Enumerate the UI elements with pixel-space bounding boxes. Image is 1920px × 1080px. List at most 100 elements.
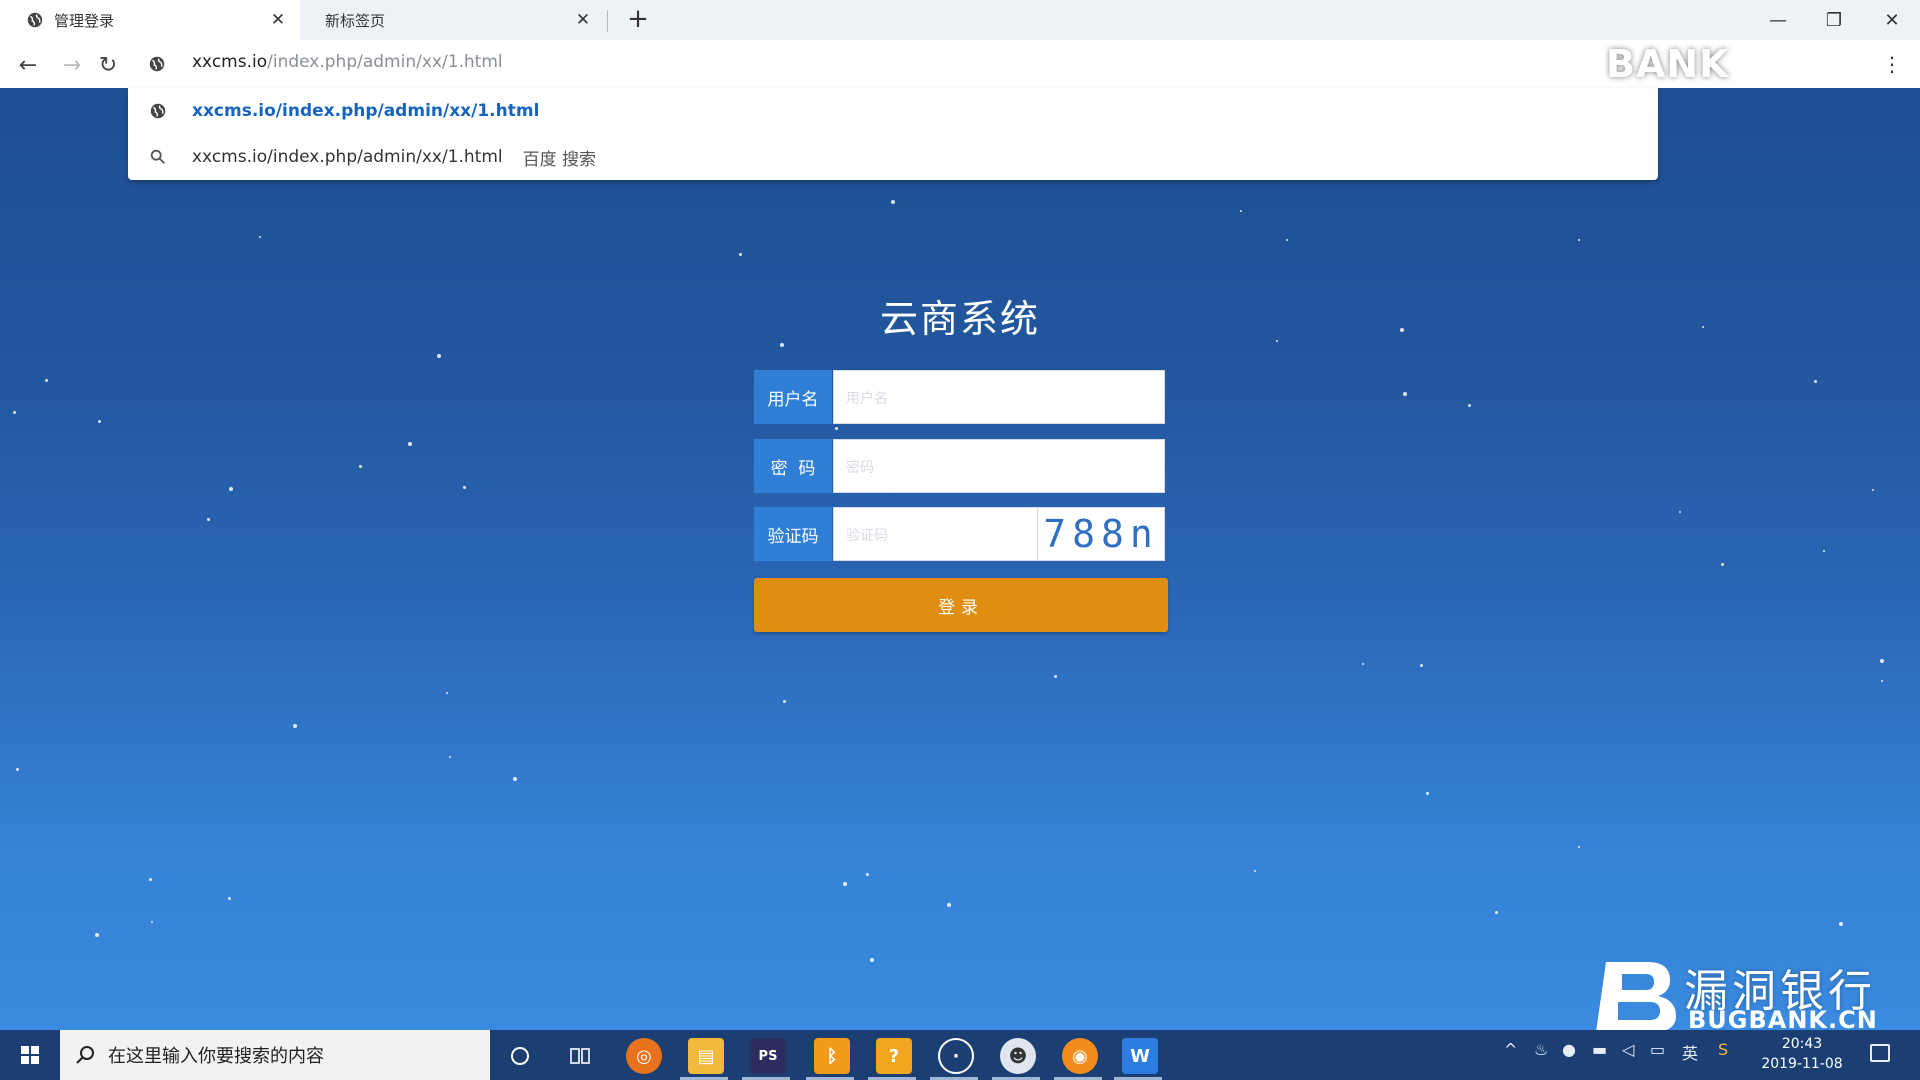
username-input[interactable]: 用户名 — [833, 370, 1165, 424]
star-decoration — [95, 933, 99, 937]
close-icon[interactable]: ✕ — [268, 10, 288, 30]
new-tab-button[interactable]: + — [624, 6, 652, 34]
address-bar[interactable]: xxcms.io/index.php/admin/xx/1.html — [192, 52, 503, 72]
tab-label: 新标签页 — [325, 11, 386, 30]
forward-arrow-icon[interactable]: → — [56, 50, 88, 80]
star-decoration — [835, 427, 838, 430]
star-decoration — [1054, 675, 1057, 678]
star-decoration — [229, 487, 233, 491]
star-decoration — [870, 958, 874, 962]
star-decoration — [449, 756, 451, 758]
site-info-icon[interactable] — [148, 55, 166, 73]
clock-app-icon[interactable]: · — [938, 1038, 974, 1074]
star-decoration — [1578, 239, 1580, 241]
wps-icon[interactable]: W — [1122, 1038, 1158, 1074]
phpstorm-icon[interactable]: PS — [750, 1038, 786, 1074]
clock-time: 20:43 — [1781, 1036, 1823, 1052]
address-suggestions-dropdown: xxcms.io/index.php/admin/xx/1.html xxcms… — [128, 88, 1658, 180]
captcha-image[interactable]: 788n — [1037, 507, 1165, 561]
star-decoration — [98, 420, 101, 423]
star-decoration — [446, 692, 448, 694]
captcha-input[interactable]: 验证码 — [833, 507, 1038, 561]
bandizip-icon[interactable]: ᛒ — [814, 1038, 850, 1074]
star-decoration — [1286, 239, 1288, 241]
star-decoration — [1362, 663, 1364, 665]
search-icon — [150, 149, 165, 164]
suggestion-engine: 百度 搜索 — [522, 149, 597, 170]
suggestion-item[interactable]: xxcms.io/index.php/admin/xx/1.html — [128, 88, 1658, 134]
captcha-label: 验证码 — [754, 507, 832, 561]
netease-music-icon[interactable]: ◎ — [626, 1038, 662, 1074]
file-explorer-icon[interactable]: ▤ — [688, 1038, 724, 1074]
suggestion-url: xxcms.io/index.php/admin/xx/1.html — [192, 101, 540, 121]
star-decoration — [1578, 846, 1580, 848]
page-title: 云商系统 — [879, 297, 1040, 341]
tab-new-tab[interactable]: 新标签页 ✕ — [305, 0, 605, 40]
star-decoration — [1881, 680, 1883, 682]
star-decoration — [149, 878, 152, 881]
browser-icon[interactable]: ◉ — [1062, 1038, 1098, 1074]
tray-device-icon[interactable]: ▬ — [1592, 1040, 1607, 1059]
tab-admin-login[interactable]: 管理登录 ✕ — [0, 0, 300, 40]
windows-logo-icon — [21, 1046, 39, 1064]
tray-overflow-icon[interactable]: ^ — [1504, 1040, 1517, 1059]
login-button[interactable]: 登录 — [754, 578, 1168, 632]
star-decoration — [293, 724, 297, 728]
cortana-icon[interactable] — [502, 1038, 538, 1074]
star-decoration — [151, 921, 153, 923]
star-decoration — [437, 354, 441, 358]
star-decoration — [1872, 489, 1874, 491]
reload-icon[interactable]: ↻ — [92, 50, 124, 80]
taskbar-search-box[interactable]: 在这里输入你要搜索的内容 — [60, 1030, 490, 1080]
address-path: /index.php/admin/xx/1.html — [267, 52, 503, 72]
star-decoration — [259, 236, 261, 238]
back-arrow-icon[interactable]: ← — [12, 50, 44, 80]
search-icon — [76, 1046, 94, 1064]
suggestion-item[interactable]: xxcms.io/index.php/admin/xx/1.html 百度 搜索 — [128, 134, 1658, 180]
folder-icon[interactable]: ? — [876, 1038, 912, 1074]
task-view-icon[interactable] — [562, 1038, 598, 1074]
star-decoration — [13, 411, 16, 414]
clock-date: 2019-11-08 — [1761, 1056, 1843, 1072]
network-icon[interactable]: ▭ — [1650, 1040, 1665, 1059]
star-decoration — [1468, 404, 1471, 407]
star-decoration — [1254, 870, 1256, 872]
password-input[interactable]: 密码 — [833, 439, 1165, 493]
star-decoration — [463, 486, 466, 489]
address-host: xxcms.io — [192, 52, 268, 72]
star-decoration — [1814, 380, 1817, 383]
window-close-icon[interactable]: ✕ — [1864, 0, 1920, 40]
password-row: 密 码 密码 — [754, 439, 1165, 493]
globe-icon — [150, 103, 166, 119]
wechat-icon[interactable]: ● — [1562, 1040, 1576, 1059]
tray-app-icon[interactable]: ♨ — [1534, 1040, 1548, 1059]
star-decoration — [228, 897, 231, 900]
star-decoration — [1495, 911, 1498, 914]
tab-divider — [607, 10, 608, 32]
star-decoration — [891, 200, 895, 204]
close-icon[interactable]: ✕ — [573, 10, 593, 30]
captcha-placeholder: 验证码 — [846, 528, 888, 544]
username-row: 用户名 用户名 — [754, 370, 1165, 424]
star-decoration — [1240, 210, 1242, 212]
star-decoration — [1823, 550, 1825, 552]
panda-icon[interactable]: ☻ — [1000, 1038, 1036, 1074]
star-decoration — [843, 882, 847, 886]
star-decoration — [1880, 659, 1884, 663]
username-label: 用户名 — [754, 370, 832, 424]
volume-icon[interactable]: ◁ — [1622, 1040, 1634, 1059]
password-placeholder: 密码 — [846, 460, 874, 476]
suggestion-query: xxcms.io/index.php/admin/xx/1.html — [192, 147, 503, 167]
star-decoration — [783, 700, 786, 703]
more-menu-icon[interactable]: ⋮ — [1882, 52, 1902, 76]
minimize-icon[interactable]: — — [1750, 0, 1806, 40]
username-placeholder: 用户名 — [846, 391, 888, 407]
taskbar-clock[interactable]: 20:43 2019-11-08 — [1752, 1034, 1852, 1074]
notification-icon[interactable] — [1870, 1044, 1890, 1062]
start-button[interactable] — [0, 1030, 60, 1080]
star-decoration — [1426, 792, 1429, 795]
tray-s-icon[interactable]: S — [1718, 1040, 1728, 1059]
input-method-icon[interactable]: 英 — [1682, 1040, 1698, 1064]
maximize-icon[interactable]: ❐ — [1806, 0, 1862, 40]
star-decoration — [1679, 511, 1681, 513]
